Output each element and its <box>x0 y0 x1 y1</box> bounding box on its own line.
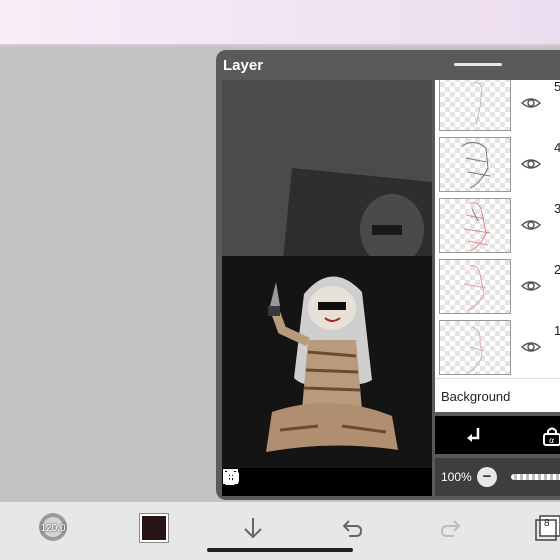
opacity-decrease-button[interactable]: − <box>477 467 497 487</box>
duplicate-layer-icon[interactable] <box>223 469 307 492</box>
brush-size-button[interactable]: 120.0 <box>36 512 70 544</box>
brush-size-value: 120.0 <box>40 522 66 534</box>
preview-toolbar <box>222 468 432 496</box>
opacity-control: 100% − <box>435 458 560 496</box>
camera-icon[interactable] <box>223 469 337 492</box>
layer-number: 1 <box>554 323 560 338</box>
opacity-value: 100% <box>441 470 472 484</box>
download-icon[interactable] <box>236 512 270 544</box>
add-layer-icon[interactable] <box>223 469 277 492</box>
eye-icon[interactable] <box>520 278 542 294</box>
svg-text:α: α <box>549 436 554 445</box>
layer-number: 4 <box>554 140 560 155</box>
layer-action-bar: α <box>435 416 560 454</box>
layer-list: 5 4 3 2 1 Background <box>435 80 560 412</box>
background-layer-row[interactable]: Background <box>435 378 560 412</box>
alpha-lock-icon[interactable]: α <box>541 426 560 451</box>
layer-panel: Layer 5 4 3 2 1 Background α 100% − <box>216 50 560 500</box>
layer-thumbnail <box>439 259 511 314</box>
layer-number: 5 <box>554 80 560 94</box>
color-picker-button[interactable] <box>137 512 171 544</box>
layer-row[interactable]: 3 <box>435 195 560 256</box>
layer-thumbnail <box>439 137 511 192</box>
system-top-bar <box>0 0 560 46</box>
layer-thumbnail <box>439 80 511 131</box>
panel-drag-handle[interactable] <box>454 63 502 66</box>
undo-icon[interactable] <box>335 512 369 544</box>
eye-icon[interactable] <box>520 217 542 233</box>
layer-number: 3 <box>554 201 560 216</box>
flip-vertical-icon[interactable] <box>223 469 397 492</box>
merge-down-icon[interactable] <box>465 426 483 449</box>
layer-thumbnail <box>439 198 511 253</box>
eye-icon[interactable] <box>520 156 542 172</box>
eye-icon[interactable] <box>520 339 542 355</box>
layer-count: 8 <box>544 518 550 529</box>
artwork-preview-image <box>222 168 432 468</box>
flip-horizontal-icon[interactable] <box>223 469 367 492</box>
layer-number: 2 <box>554 262 560 277</box>
layer-row[interactable]: 1 <box>435 317 560 378</box>
layer-panel-title: Layer <box>223 57 264 74</box>
current-color-swatch <box>139 513 169 543</box>
layer-thumbnail <box>439 320 511 375</box>
layer-row[interactable]: 4 <box>435 134 560 195</box>
layer-row[interactable]: 2 <box>435 256 560 317</box>
background-label: Background <box>441 389 511 404</box>
redo-icon[interactable] <box>434 512 468 544</box>
opacity-slider[interactable] <box>511 474 560 480</box>
layer-row[interactable]: 5 <box>435 80 560 134</box>
layers-button[interactable]: 8 <box>532 512 560 544</box>
eye-icon[interactable] <box>520 95 542 111</box>
home-indicator <box>207 548 353 552</box>
canvas-preview[interactable] <box>222 80 432 496</box>
